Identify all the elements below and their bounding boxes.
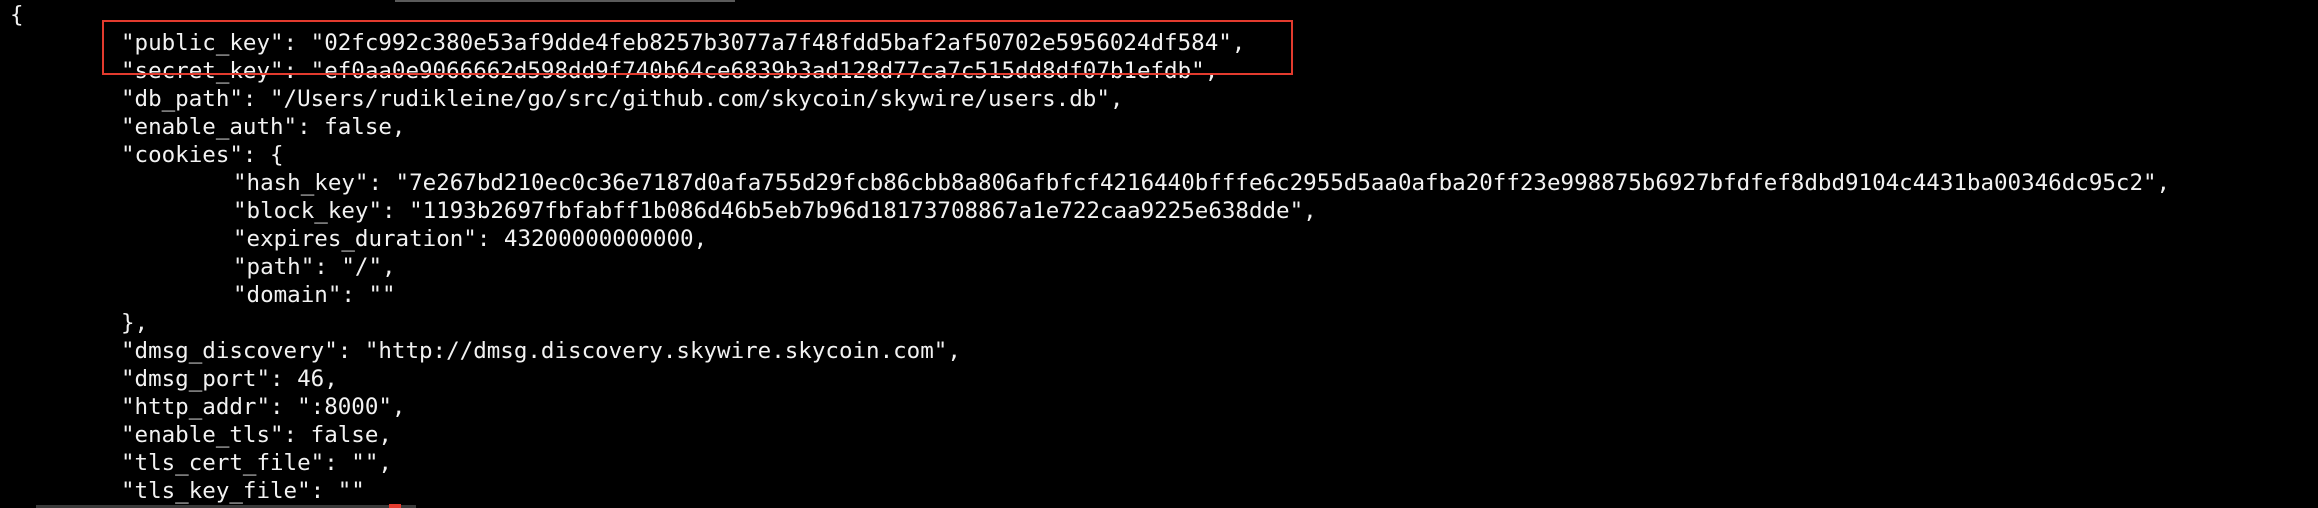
config-line-block-key: "block_key": "1193b2697fbfabff1b086d46b5… [233,198,1317,224]
config-line-cookies-close: }, [121,310,149,336]
config-line-tls-cert-file: "tls_cert_file": "", [121,450,392,476]
config-line-enable-auth: "enable_auth": false, [121,114,406,140]
config-line-tls-key-file: "tls_key_file": "" [121,478,365,504]
clipped-previous-line [395,0,735,2]
key-highlight-box [102,20,1293,75]
config-line-domain: "domain": "" [233,282,396,308]
config-line-expires-duration: "expires_duration": 43200000000000, [233,226,708,252]
config-line-hash-key: "hash_key": "7e267bd210ec0c36e7187d0afa7… [233,170,2171,196]
config-line-db-path: "db_path": "/Users/rudikleine/go/src/git… [121,86,1124,112]
json-open-brace: { [10,2,24,28]
config-line-dmsg-discovery: "dmsg_discovery": "http://dmsg.discovery… [121,338,961,364]
terminal-window: { "public_key": "02fc992c380e53af9dde4fe… [0,0,2318,508]
terminal-cursor [389,504,401,508]
config-line-http-addr: "http_addr": ":8000", [121,394,406,420]
config-line-enable-tls: "enable_tls": false, [121,422,392,448]
config-line-path: "path": "/", [233,254,396,280]
config-line-dmsg-port: "dmsg_port": 46, [121,366,338,392]
config-line-cookies: "cookies": { [121,142,284,168]
